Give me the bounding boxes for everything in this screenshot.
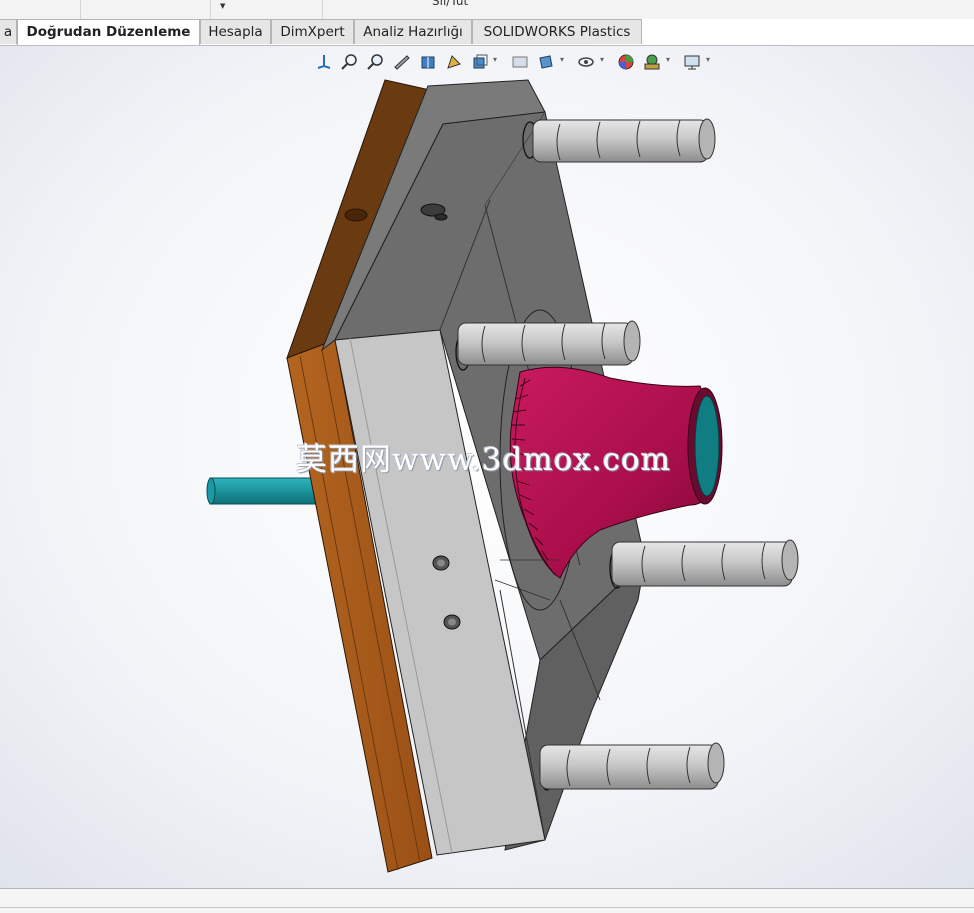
command-manager-tabs: a Doğrudan Düzenleme Hesapla DimXpert An… — [0, 19, 974, 46]
guide-pin[interactable] — [611, 539, 799, 587]
heads-up-view-toolbar: ▾ ▾ ▾ ▾ ▾ — [312, 50, 722, 76]
edit-appearance-icon[interactable] — [616, 52, 636, 72]
chevron-down-icon[interactable]: ▾ — [493, 55, 497, 64]
previous-view-icon[interactable] — [392, 52, 412, 72]
tab-solidworks-plastics[interactable]: SOLIDWORKS Plastics — [472, 19, 642, 44]
section-view-icon[interactable] — [418, 52, 438, 72]
tab-evaluate[interactable]: Hesapla — [200, 19, 271, 44]
chevron-down-icon[interactable]: ▾ — [600, 55, 604, 64]
guide-pin[interactable] — [539, 742, 725, 790]
zoom-to-area-icon[interactable] — [366, 52, 386, 72]
dynamic-annotation-icon[interactable] — [444, 52, 464, 72]
view-orientation-dropdown-icon[interactable] — [470, 52, 490, 72]
view-orientation-icon[interactable] — [314, 52, 334, 72]
eye-icon[interactable] — [576, 52, 596, 72]
tab-analysis-preparation[interactable]: Analiz Hazırlığı — [354, 19, 472, 44]
display-style-icon[interactable] — [510, 52, 530, 72]
view-settings-icon[interactable] — [682, 52, 702, 72]
tab-partial[interactable]: a — [0, 19, 17, 44]
zoom-to-fit-icon[interactable] — [340, 52, 360, 72]
ribbon-group — [0, 0, 81, 19]
tab-direct-editing[interactable]: Doğrudan Düzenleme — [17, 19, 200, 45]
watermark-text: 莫西网www.3dmox.com — [296, 442, 672, 478]
ribbon-group: ▼ — [80, 0, 225, 19]
ribbon-group: Sil/Tut — [210, 0, 468, 19]
hide-show-items-icon[interactable] — [536, 52, 556, 72]
tab-dimxpert[interactable]: DimXpert — [271, 19, 354, 44]
chevron-down-icon[interactable]: ▾ — [706, 55, 710, 64]
chevron-down-icon[interactable]: ▾ — [666, 55, 670, 64]
guide-pin[interactable] — [457, 320, 641, 366]
sprue-bushing[interactable] — [206, 477, 321, 505]
ribbon-top-strip: ▼ Sil/Tut — [0, 0, 974, 20]
apply-scene-icon[interactable] — [642, 52, 662, 72]
ribbon-command-label[interactable]: Sil/Tut — [432, 0, 468, 8]
bottom-tab-strip — [0, 888, 974, 913]
chevron-down-icon[interactable]: ▾ — [560, 55, 564, 64]
divider — [0, 907, 974, 908]
guide-pin[interactable] — [532, 118, 716, 163]
